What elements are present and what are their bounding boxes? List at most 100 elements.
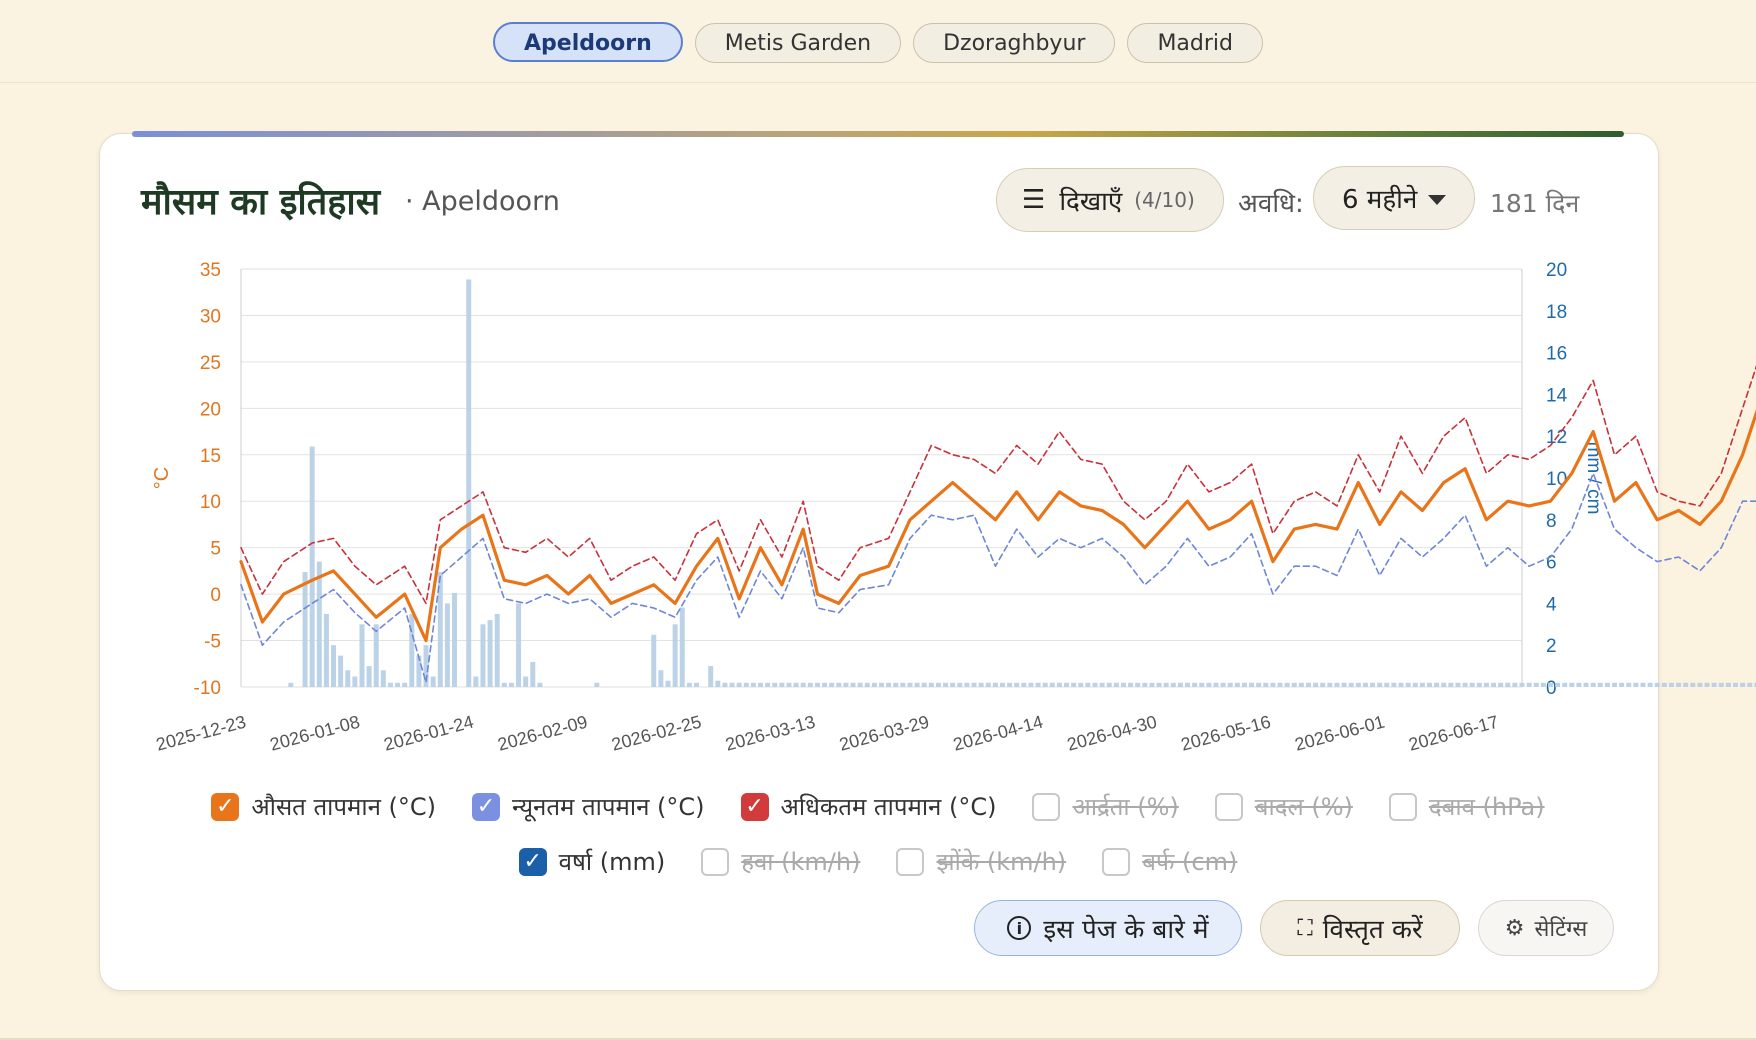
rain-bar	[900, 682, 906, 687]
rain-bar	[1284, 682, 1290, 687]
rain-bar	[1619, 682, 1625, 687]
rain-bar	[772, 682, 778, 687]
x-tick-label: 2026-02-25	[609, 712, 703, 755]
checkbox-checked-icon[interactable]: ✓	[740, 792, 769, 821]
expand-button[interactable]: ⛶ विस्तृत करें	[1260, 900, 1460, 956]
legend-item[interactable]: ✓ वर्षा (mm)	[518, 845, 665, 878]
rain-bar	[1206, 682, 1212, 687]
rain-bar	[1313, 682, 1319, 687]
rain-bar	[1740, 682, 1746, 687]
rain-bar	[1234, 682, 1240, 687]
info-icon: i	[1007, 916, 1032, 940]
rain-bar	[1711, 682, 1717, 687]
rain-bar	[1733, 682, 1738, 687]
y-left-tick-label: -5	[204, 632, 221, 653]
rain-bar	[1185, 682, 1191, 687]
legend-item[interactable]: झोंके (km/h)	[896, 845, 1066, 878]
checkbox-unchecked-icon[interactable]	[1102, 847, 1131, 876]
rain-bar	[1362, 682, 1368, 687]
rain-bar	[1120, 682, 1126, 687]
y-left-tick-label: 25	[200, 353, 221, 374]
legend-item[interactable]: बादल (%)	[1214, 790, 1353, 823]
rain-bar	[1348, 682, 1354, 687]
y-left-tick-label: 30	[200, 306, 221, 327]
rain-bar	[1199, 682, 1205, 687]
rain-bar	[829, 682, 835, 687]
rain-bar	[708, 666, 714, 687]
rain-bar	[1412, 682, 1418, 687]
legend-label: अधिकतम तापमान (°C)	[780, 793, 997, 821]
rain-bar	[864, 682, 870, 687]
legend-item[interactable]: बर्फ (cm)	[1102, 845, 1237, 878]
rain-bar	[1355, 682, 1361, 687]
rain-bar	[444, 603, 450, 687]
legend-item[interactable]: ✓ न्यूनतम तापमान (°C)	[472, 790, 705, 823]
settings-button[interactable]: ⚙ सेटिंग्स	[1478, 900, 1614, 956]
rain-bar	[288, 682, 294, 687]
checkbox-unchecked-icon[interactable]	[896, 847, 925, 876]
x-tick-label: 2025-12-23	[154, 712, 248, 755]
rain-bar	[1056, 682, 1062, 687]
legend-item[interactable]: ✓ औसत तापमान (°C)	[211, 790, 436, 823]
checkbox-checked-icon[interactable]: ✓	[518, 847, 547, 876]
rain-bar	[1690, 682, 1696, 687]
checkbox-checked-icon[interactable]: ✓	[472, 792, 501, 821]
rain-bar	[1092, 682, 1098, 687]
rain-bar	[1064, 682, 1070, 687]
rain-bar	[807, 682, 813, 687]
legend-row-1: ✓ औसत तापमान (°C) ✓ न्यूनतम तापमान (°C) ✓ अधि…	[0, 790, 1756, 823]
rain-bar	[309, 446, 315, 687]
rain-bar	[1263, 682, 1269, 687]
rain-bar	[978, 682, 984, 687]
rain-bar	[1718, 682, 1724, 687]
rain-bar	[1448, 682, 1454, 687]
rain-bar	[1419, 682, 1425, 687]
legend-item[interactable]: हवा (km/h)	[701, 845, 860, 878]
legend-label: बर्फ (cm)	[1142, 848, 1238, 876]
rain-bar	[1476, 682, 1482, 687]
rain-bar	[957, 682, 963, 687]
y-left-tick-label: 20	[200, 399, 221, 420]
rain-bar	[672, 624, 678, 687]
rain-bar	[1626, 682, 1632, 687]
expand-label: विस्तृत करें	[1322, 915, 1423, 945]
rain-bar	[1220, 682, 1226, 687]
rain-bar	[779, 682, 785, 687]
rain-bar	[466, 279, 472, 687]
rain-bar	[935, 682, 941, 687]
rain-bar	[1085, 682, 1091, 687]
y-left-tick-label: 15	[200, 446, 221, 467]
rain-bar	[331, 645, 337, 687]
rain-bar	[1256, 682, 1262, 687]
x-tick-label: 2026-03-13	[723, 712, 817, 755]
checkbox-unchecked-icon[interactable]	[1388, 792, 1417, 821]
rain-bar	[1334, 682, 1340, 687]
legend-item[interactable]: आर्द्रता (%)	[1032, 790, 1179, 823]
weather-chart: 35302520151050-5-1020181614121086420°C mm…	[151, 260, 1756, 755]
rain-bar	[366, 666, 372, 687]
checkbox-unchecked-icon[interactable]	[701, 847, 730, 876]
rain-bar	[1384, 682, 1390, 687]
rain-bar	[679, 607, 685, 687]
rain-bar	[1434, 682, 1440, 687]
y-right-tick-label: 18	[1546, 302, 1567, 323]
x-tick-label: 2026-06-17	[1406, 712, 1500, 755]
rain-bar	[1455, 682, 1461, 687]
y-left-tick-label: 0	[210, 585, 221, 606]
about-page-button[interactable]: i इस पेज के बारे में	[974, 900, 1242, 956]
rain-bar	[722, 682, 728, 687]
x-tick-label: 2026-02-09	[496, 712, 590, 755]
rain-bar	[1099, 682, 1105, 687]
rain-bar	[1519, 682, 1525, 687]
rain-bar	[1377, 682, 1383, 687]
rain-bar	[516, 603, 522, 687]
rain-bar	[729, 682, 735, 687]
checkbox-unchecked-icon[interactable]	[1214, 792, 1243, 821]
rain-bar	[387, 682, 393, 687]
checkbox-unchecked-icon[interactable]	[1032, 792, 1061, 821]
legend-item[interactable]: दबाव (hPa)	[1388, 790, 1545, 823]
checkbox-checked-icon[interactable]: ✓	[211, 792, 240, 821]
rain-bar	[1391, 682, 1397, 687]
rain-bar	[523, 676, 529, 687]
legend-item[interactable]: ✓ अधिकतम तापमान (°C)	[740, 790, 997, 823]
